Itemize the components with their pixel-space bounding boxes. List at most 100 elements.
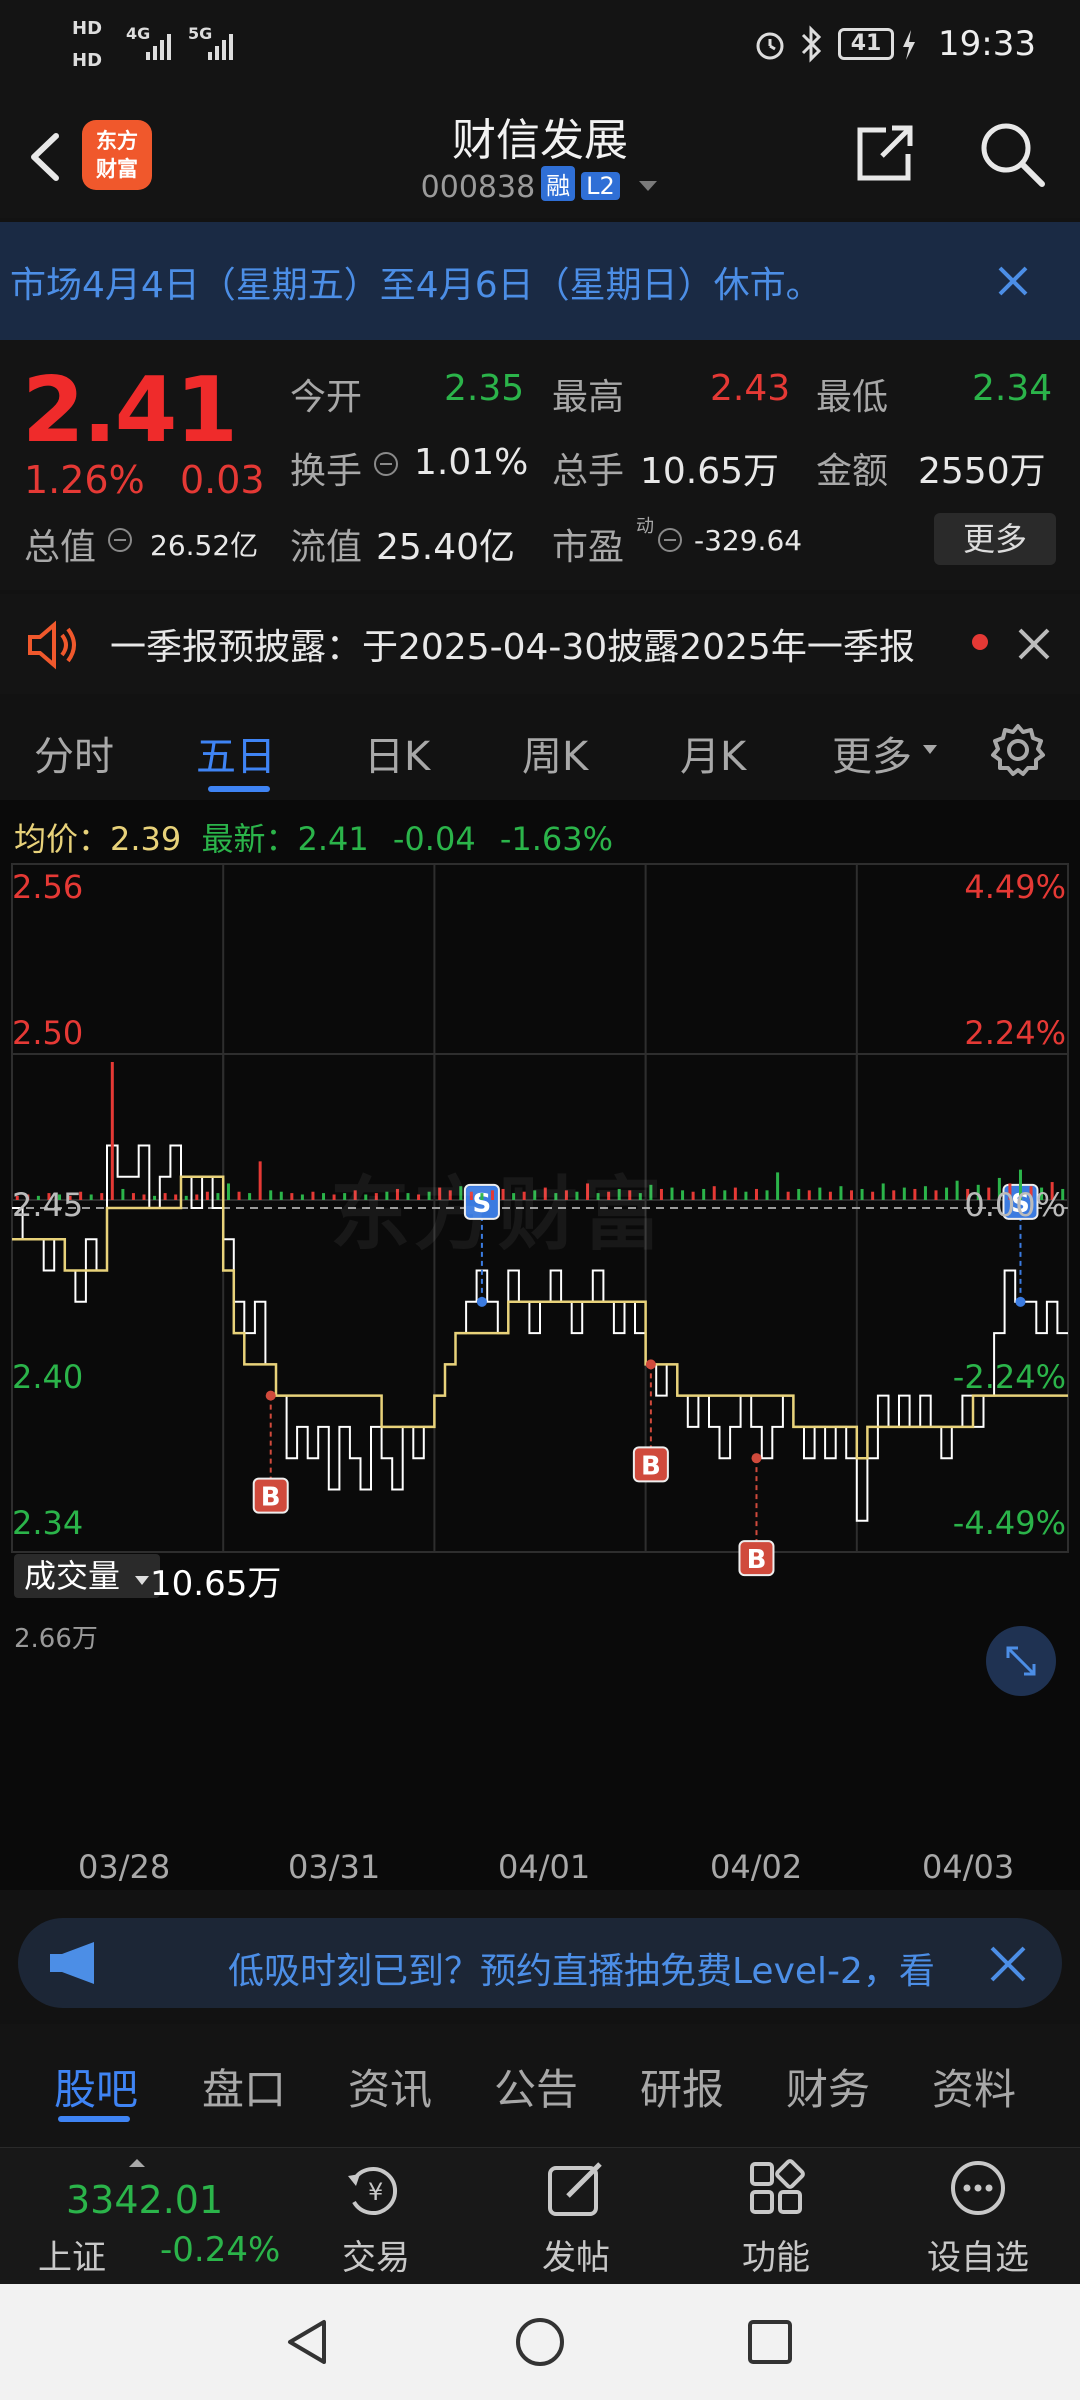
- trade-marker-point: [476, 1296, 487, 1307]
- trade-marker-point: [645, 1359, 656, 1370]
- trade-marker-label: B: [641, 1451, 661, 1481]
- tab-announcements[interactable]: 公告: [494, 2056, 578, 2117]
- battery-icon: 41: [838, 28, 894, 60]
- tab-weekly-k[interactable]: 周K: [522, 724, 588, 782]
- y-left-tick: 2.40: [12, 1358, 84, 1396]
- five-day-chart[interactable]: 均价：2.39 最新：2.41 -0.04 -1.63% BSBBS 2.56 …: [0, 800, 1080, 1890]
- x-tick: 03/31: [288, 1848, 381, 1886]
- hd-badge-1: HD: [72, 18, 103, 39]
- system-back-icon[interactable]: [280, 2314, 336, 2370]
- info-icon-3[interactable]: [656, 526, 684, 554]
- share-icon[interactable]: [852, 120, 918, 186]
- trade-marker-label: B: [261, 1483, 281, 1513]
- tab-five-day[interactable]: 五日: [196, 724, 276, 782]
- stock-code: 000838: [420, 170, 536, 205]
- pe-value: -329.64: [694, 524, 803, 557]
- close-icon-3[interactable]: [988, 1944, 1028, 1984]
- tab-forum[interactable]: 股吧: [54, 2056, 138, 2117]
- tab-research[interactable]: 研报: [640, 2056, 724, 2117]
- system-home-icon[interactable]: [512, 2314, 568, 2370]
- stock-code-row[interactable]: 000838 融 L2: [0, 166, 1080, 205]
- stock-name: 财信发展: [452, 115, 628, 166]
- nav-add-watchlist-label: 设自选: [927, 2238, 1029, 2278]
- battery-level: 41: [850, 31, 882, 56]
- x-tick: 04/01: [498, 1848, 591, 1886]
- info-icon-2[interactable]: [106, 526, 134, 554]
- turnover-label: 换手: [290, 451, 363, 492]
- tab-order-book[interactable]: 盘口: [202, 2056, 286, 2117]
- tab-daily-k[interactable]: 日K: [364, 724, 430, 782]
- bottom-nav: 3342.01 上证 -0.24% ¥ 交易 发帖 功能 设自选: [0, 2148, 1080, 2284]
- change-percent: 1.26%: [24, 458, 145, 502]
- announcement-bar[interactable]: 一季报预披露：于2025-04-30披露2025年一季报: [0, 594, 1080, 694]
- gear-icon[interactable]: [988, 720, 1048, 780]
- level2-tag: L2: [581, 172, 620, 200]
- y-left-tick: 2.56: [12, 868, 84, 906]
- nav-post-label: 发帖: [542, 2238, 610, 2278]
- tab-monthly-k[interactable]: 月K: [680, 724, 746, 782]
- info-icon[interactable]: [372, 450, 400, 478]
- close-icon-2[interactable]: [1016, 626, 1052, 662]
- nav-add-watchlist[interactable]: 设自选: [876, 2148, 1080, 2284]
- nav-features-label: 功能: [742, 2238, 810, 2278]
- more-dots-icon: [951, 2161, 1005, 2215]
- clock: 19:33: [938, 24, 1036, 64]
- bluetooth-icon: [801, 25, 822, 63]
- trade-marker-point: [751, 1453, 762, 1464]
- trade-marker-label: B: [747, 1545, 767, 1575]
- close-icon[interactable]: [992, 260, 1034, 302]
- tab-news[interactable]: 资讯: [348, 2056, 432, 2117]
- volume-selector[interactable]: 成交量: [14, 1554, 161, 1598]
- margin-tag: 融: [541, 166, 576, 201]
- amount-value: 2550万: [918, 451, 1046, 492]
- tab-intraday[interactable]: 分时: [34, 724, 114, 782]
- y-left-tick: 2.50: [12, 1014, 84, 1052]
- x-tick: 03/28: [78, 1848, 171, 1886]
- content-tabs: 股吧 盘口 资讯 公告 研报 财务 资料: [0, 2024, 1080, 2148]
- index-ticker[interactable]: 3342.01 上证 -0.24%: [0, 2148, 280, 2284]
- low-label: 最低: [816, 377, 889, 418]
- expand-button[interactable]: [986, 1626, 1056, 1696]
- volume-label: 总手: [552, 451, 625, 492]
- index-value: 3342.01: [66, 2178, 224, 2222]
- tab-profile[interactable]: 资料: [932, 2056, 1016, 2117]
- tab-financials[interactable]: 财务: [786, 2056, 870, 2117]
- nav-trade[interactable]: ¥ 交易: [276, 2148, 476, 2284]
- promo-text: 低吸时刻已到？预约直播抽免费Level-2，看: [228, 1951, 935, 1992]
- system-nav-bar: [0, 2284, 1080, 2400]
- live-promo-banner[interactable]: 低吸时刻已到？预约直播抽免费Level-2，看: [18, 1918, 1062, 2008]
- trade-marker-point: [265, 1390, 276, 1401]
- signal-icon-2: [208, 28, 233, 60]
- pe-dynamic-mark: 动: [636, 516, 654, 537]
- nav-features[interactable]: 功能: [676, 2148, 876, 2284]
- mktcap-value: 26.52亿: [150, 529, 259, 562]
- open-label: 今开: [290, 377, 363, 418]
- nav-trade-label: 交易: [342, 2238, 410, 2278]
- float-cap-value: 25.40亿: [376, 527, 516, 568]
- more-button[interactable]: 更多: [934, 513, 1056, 565]
- status-bar: HD HD 4G 5G 41 19:33: [0, 0, 1080, 94]
- market-closed-notice: 市场4月4日（星期五）至4月6日（星期日）休市。: [0, 222, 1080, 340]
- system-recents-icon[interactable]: [742, 2314, 798, 2370]
- current-price: 2.41: [22, 358, 238, 463]
- low-value: 2.34: [972, 368, 1053, 409]
- period-tabs: 分时 五日 日K 周K 月K 更多: [0, 698, 1080, 800]
- nav-post[interactable]: 发帖: [476, 2148, 676, 2284]
- expand-icon: [1006, 1646, 1036, 1676]
- speaker-icon: [28, 620, 76, 670]
- charging-icon: [903, 30, 915, 60]
- app-header: 东方 财富 财信发展 000838 融 L2: [0, 94, 1080, 218]
- search-icon[interactable]: [976, 118, 1048, 190]
- grid-icon: [750, 2159, 805, 2214]
- open-value: 2.35: [444, 368, 525, 409]
- index-name: 上证: [38, 2238, 106, 2278]
- float-cap-label: 流值: [290, 527, 363, 568]
- tab-more[interactable]: 更多: [832, 724, 912, 782]
- caret-down-icon-2: [923, 745, 937, 754]
- volume-max-label: 2.66万: [14, 1624, 98, 1654]
- y-right-tick: 4.49%: [964, 868, 1066, 906]
- alarm-icon: [756, 32, 784, 60]
- mktcap-label: 总值: [24, 527, 97, 568]
- high-label: 最高: [552, 377, 625, 418]
- notice-text: 市场4月4日（星期五）至4月6日（星期日）休市。: [10, 265, 822, 306]
